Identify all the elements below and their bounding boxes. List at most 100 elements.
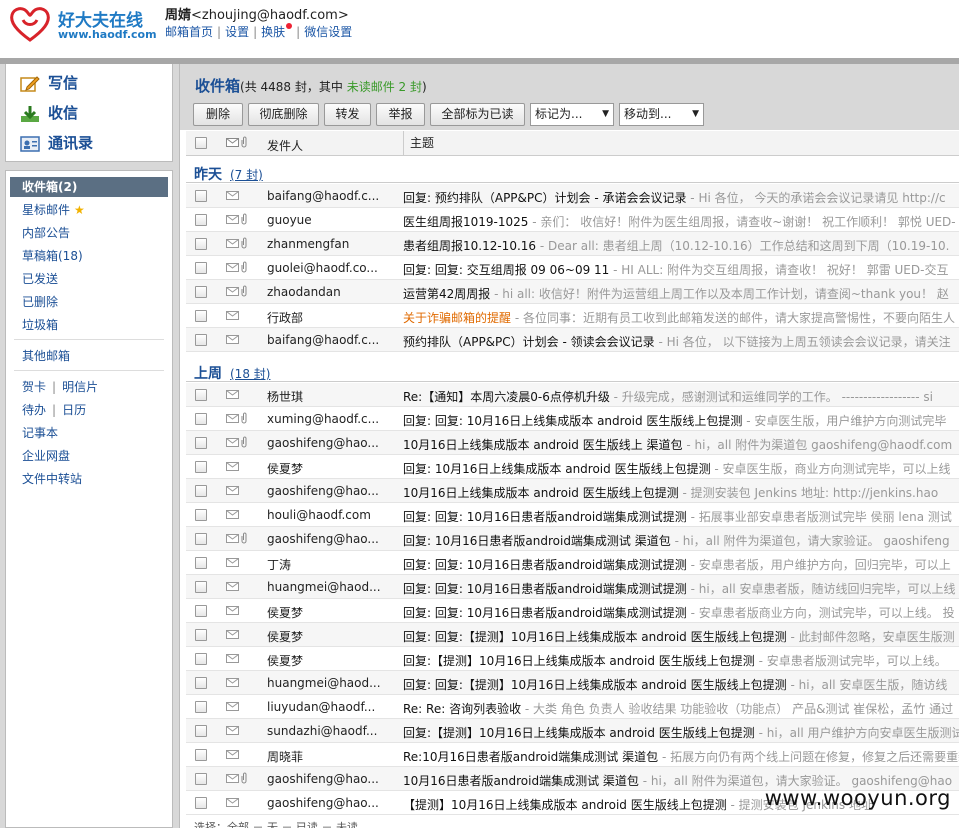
mail-row[interactable]: guoyue 医生组周报1019-1025 - 亲们： 收信好！附件为医生组周报，… <box>186 208 959 232</box>
logo[interactable]: 好大夫在线 www.haodf.com <box>8 4 158 44</box>
row-checkbox[interactable] <box>195 701 207 713</box>
mail-row[interactable]: 侯夏梦 回复: 回复:【提测】10月16日上线集成版本 android 医生版线上… <box>186 623 959 647</box>
tool-file-transfer[interactable]: 文件中转站 <box>10 469 168 489</box>
link-settings[interactable]: 设置 <box>225 25 249 39</box>
folder-sent[interactable]: 已发送 <box>10 269 168 289</box>
mail-subject-cell[interactable]: 回复: 回复:【提测】10月16日上线集成版本 android 医生版线上包提测… <box>403 676 959 693</box>
mail-subject-cell[interactable]: 回复:【提测】10月16日上线集成版本 android 医生版线上包提测 - h… <box>403 724 959 741</box>
mail-subject-cell[interactable]: 回复: 10月16日上线集成版本 android 医生版线上包提测 - 安卓医生… <box>403 460 959 477</box>
folder-deleted[interactable]: 已删除 <box>10 292 168 312</box>
delete-button[interactable]: 删除 <box>193 103 243 126</box>
mail-subject-cell[interactable]: 回复: 10月16日患者版android端集成测试 渠道包 - hi，all 附… <box>403 532 959 549</box>
mail-row[interactable]: zhaodandan 运营第42周周报 - hi all: 收信好！附件为运营组上… <box>186 280 959 304</box>
mail-subject-cell[interactable]: 回复: 回复: 10月16日患者版android端集成测试提测 - 安卓患者版商… <box>403 604 959 621</box>
compose-button[interactable]: 写信 <box>20 72 78 98</box>
tool-greeting-card[interactable]: 贺卡 <box>22 380 46 394</box>
mail-row[interactable]: 侯夏梦 回复:【提测】10月16日上线集成版本 android 医生版线上包提测 … <box>186 647 959 671</box>
link-wechat-settings[interactable]: 微信设置 <box>304 25 352 39</box>
mail-row[interactable]: 杨世琪 Re:【通知】本周六凌晨0-6点停机升级 - 升级完成，感谢测试和运维同学… <box>186 383 959 407</box>
link-change-skin[interactable]: 换肤 <box>261 25 285 39</box>
mail-subject-cell[interactable]: 回复: 预约排队（APP&PC）计划会 - 承诺会会议记录 - Hi 各位， 今… <box>403 189 959 206</box>
row-checkbox[interactable] <box>195 413 207 425</box>
row-checkbox[interactable] <box>195 389 207 401</box>
mail-row[interactable]: gaoshifeng@hao... 10月16日上线集成版本 android 医生… <box>186 479 959 503</box>
mail-row[interactable]: gaoshifeng@hao... 10月16日上线集成版本 android 医生… <box>186 431 959 455</box>
group-count-link[interactable]: (7 封) <box>230 166 263 183</box>
row-checkbox[interactable] <box>195 557 207 569</box>
column-subject[interactable]: 主题 <box>403 131 434 155</box>
mail-subject-cell[interactable]: 回复: 回复: 10月16日上线集成版本 android 医生版线上包提测 - … <box>403 412 959 429</box>
selection-bar[interactable]: 选择：全部 － 无 － 已读 － 未读 <box>186 819 959 828</box>
row-checkbox[interactable] <box>195 725 207 737</box>
row-checkbox[interactable] <box>195 509 207 521</box>
mail-row[interactable]: huangmei@haod... 回复: 回复:【提测】10月16日上线集成版本 … <box>186 671 959 695</box>
mail-row[interactable]: xuming@haodf.c... 回复: 回复: 10月16日上线集成版本 an… <box>186 407 959 431</box>
folder-starred[interactable]: 星标邮件 ★ <box>10 200 168 220</box>
mail-subject-cell[interactable]: 回复: 回复:【提测】10月16日上线集成版本 android 医生版线上包提测… <box>403 628 959 645</box>
mail-subject-cell[interactable]: 患者组周报10.12-10.16 - Dear all: 患者组上周（10.12… <box>403 237 959 254</box>
row-checkbox[interactable] <box>195 262 207 274</box>
row-checkbox[interactable] <box>195 653 207 665</box>
row-checkbox[interactable] <box>195 533 207 545</box>
mail-subject-cell[interactable]: Re:【通知】本周六凌晨0-6点停机升级 - 升级完成，感谢测试和运维同学的工作… <box>403 388 959 405</box>
mail-subject-cell[interactable]: 回复:【提测】10月16日上线集成版本 android 医生版线上包提测 - 安… <box>403 652 959 669</box>
folder-drafts[interactable]: 草稿箱(18) <box>10 246 168 266</box>
group-count-link[interactable]: (18 封) <box>230 365 270 382</box>
report-button[interactable]: 举报 <box>376 103 425 126</box>
row-checkbox[interactable] <box>195 334 207 346</box>
column-from[interactable]: 发件人 <box>267 137 303 154</box>
unread-count-link[interactable]: 未读邮件 2 封 <box>347 80 422 94</box>
receive-button[interactable]: 收信 <box>20 102 78 128</box>
row-checkbox[interactable] <box>195 677 207 689</box>
row-checkbox[interactable] <box>195 629 207 641</box>
folder-spam[interactable]: 垃圾箱 <box>10 315 168 335</box>
mail-row[interactable]: zhanmengfan 患者组周报10.12-10.16 - Dear all: … <box>186 232 959 256</box>
tool-notepad[interactable]: 记事本 <box>10 423 168 443</box>
tool-calendar[interactable]: 日历 <box>62 403 86 417</box>
mail-row[interactable]: houli@haodf.com 回复: 回复: 10月16日患者版android端… <box>186 503 959 527</box>
folder-other-mailbox[interactable]: 其他邮箱 <box>10 346 168 366</box>
mail-subject-cell[interactable]: Re:10月16日患者版android端集成测试 渠道包 - 拓展方向仍有两个线… <box>403 748 959 765</box>
mail-row[interactable]: 侯夏梦 回复: 10月16日上线集成版本 android 医生版线上包提测 - 安… <box>186 455 959 479</box>
mark-as-select[interactable]: 标记为... ▼ <box>530 103 614 126</box>
mail-row[interactable]: huangmei@haod... 回复: 回复: 10月16日患者版android… <box>186 575 959 599</box>
mail-row[interactable]: 行政部 关于诈骗邮箱的提醒 - 各位同事：近期有员工收到此邮箱发送的邮件，请大家提… <box>186 304 959 328</box>
mail-row[interactable]: sundazhi@haodf... 回复:【提测】10月16日上线集成版本 and… <box>186 719 959 743</box>
contacts-button[interactable]: 通讯录 <box>20 132 93 158</box>
mail-row[interactable]: gaoshifeng@hao... 回复: 10月16日患者版android端集成… <box>186 527 959 551</box>
tool-postcard[interactable]: 明信片 <box>62 380 98 394</box>
folder-inbox[interactable]: 收件箱(2) <box>10 177 168 197</box>
tool-netdisk[interactable]: 企业网盘 <box>10 446 168 466</box>
row-checkbox[interactable] <box>195 797 207 809</box>
mark-all-read-button[interactable]: 全部标为已读 <box>430 103 525 126</box>
move-to-select[interactable]: 移动到... ▼ <box>619 103 704 126</box>
mail-subject-cell[interactable]: 10月16日上线集成版本 android 医生版线上包提测 - 提测安装包 Je… <box>403 484 959 501</box>
mail-subject-cell[interactable]: 回复: 回复: 交互组周报 09 06~09 11 - HI ALL: 附件为交… <box>403 261 959 278</box>
mail-row[interactable]: 侯夏梦 回复: 回复: 10月16日患者版android端集成测试提测 - 安卓患… <box>186 599 959 623</box>
mail-subject-cell[interactable]: 回复: 回复: 10月16日患者版android端集成测试提测 - 安卓患者版，… <box>403 556 959 573</box>
select-all-checkbox[interactable] <box>195 137 207 149</box>
row-checkbox[interactable] <box>195 437 207 449</box>
tool-todo[interactable]: 待办 <box>22 403 46 417</box>
mail-row[interactable]: guolei@haodf.co... 回复: 回复: 交互组周报 09 06~09… <box>186 256 959 280</box>
row-checkbox[interactable] <box>195 485 207 497</box>
mail-row[interactable]: baifang@haodf.c... 回复: 预约排队（APP&PC）计划会 - … <box>186 184 959 208</box>
mail-subject-cell[interactable]: 回复: 回复: 10月16日患者版android端集成测试提测 - hi，all… <box>403 580 959 597</box>
mail-subject-cell[interactable]: 医生组周报1019-1025 - 亲们： 收信好！附件为医生组周报，请查收~谢谢… <box>403 213 959 230</box>
row-checkbox[interactable] <box>195 581 207 593</box>
mail-subject-cell[interactable]: 运营第42周周报 - hi all: 收信好！附件为运营组上周工作以及本周工作计… <box>403 285 959 302</box>
mail-subject-cell[interactable]: 回复: 回复: 10月16日患者版android端集成测试提测 - 拓展事业部安… <box>403 508 959 525</box>
row-checkbox[interactable] <box>195 286 207 298</box>
row-checkbox[interactable] <box>195 773 207 785</box>
row-checkbox[interactable] <box>195 605 207 617</box>
row-checkbox[interactable] <box>195 749 207 761</box>
row-checkbox[interactable] <box>195 310 207 322</box>
row-checkbox[interactable] <box>195 238 207 250</box>
mail-subject-cell[interactable]: 预约排队（APP&PC）计划会 - 领读会会议记录 - Hi 各位， 以下链接为… <box>403 333 959 350</box>
purge-button[interactable]: 彻底删除 <box>248 103 319 126</box>
row-checkbox[interactable] <box>195 190 207 202</box>
forward-button[interactable]: 转发 <box>324 103 371 126</box>
link-mail-home[interactable]: 邮箱首页 <box>165 25 213 39</box>
row-checkbox[interactable] <box>195 461 207 473</box>
mail-subject-cell[interactable]: Re: Re: 咨询列表验收 - 大类 角色 负责人 验收结果 功能验收（功能点… <box>403 700 959 717</box>
